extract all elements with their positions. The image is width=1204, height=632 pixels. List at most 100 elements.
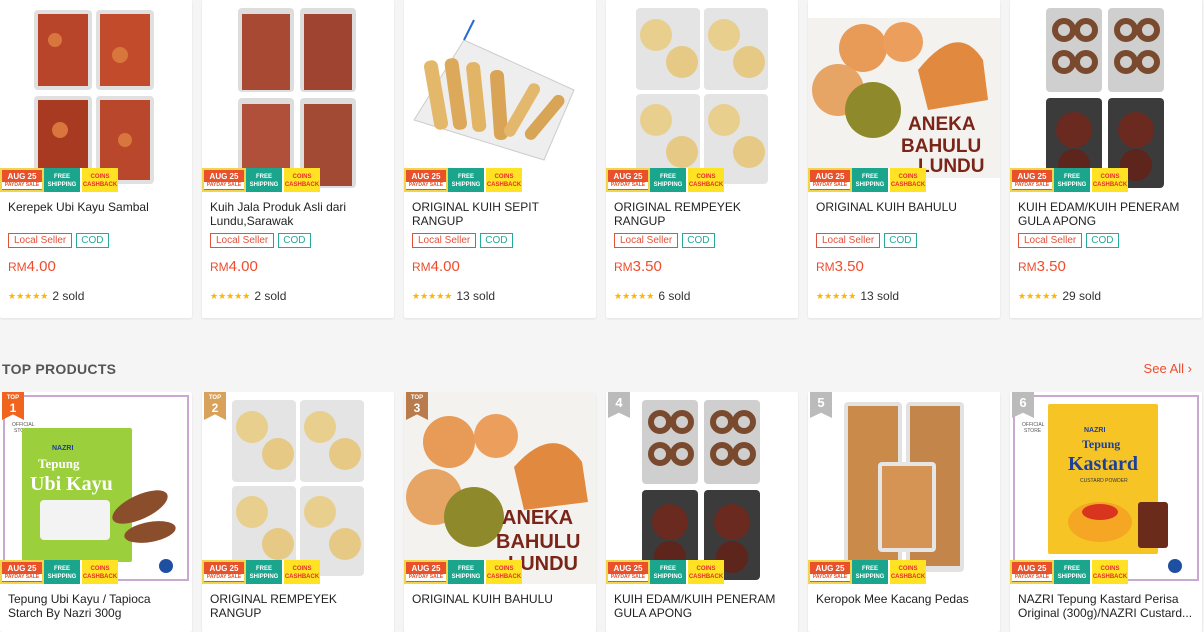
- coins-cashback-badge: COINS CASHBACK: [282, 168, 320, 192]
- promo-badges: AUG 25 PAYDAY SALE FREE SHIPPING COINS CA…: [1010, 560, 1128, 584]
- coins-cashback-badge: COINS CASHBACK: [1090, 560, 1128, 584]
- see-all-label: See All: [1143, 361, 1185, 376]
- product-title[interactable]: Kuih Jala Produk Asli dari Lundu,Sarawak: [202, 192, 394, 228]
- local-seller-tag: Local Seller: [210, 233, 275, 248]
- cod-tag: COD: [278, 233, 311, 248]
- cod-tag: COD: [682, 233, 715, 248]
- sold-count: 6 sold: [658, 289, 691, 303]
- free-shipping-badge: FREE SHIPPING: [1054, 560, 1090, 584]
- product-image[interactable]: AUG 25 PAYDAY SALE FREE SHIPPING COINS CA…: [202, 0, 394, 192]
- aug25-badge: AUG 25 PAYDAY SALE: [1010, 560, 1054, 584]
- free-shipping-badge: FREE SHIPPING: [44, 560, 80, 584]
- product-image[interactable]: OFFICIAL STORE NAZRI Tepung Ubi Kayu AUG…: [0, 392, 192, 584]
- aneka-text-1: ANEKA: [908, 114, 976, 135]
- rating-stars-icon: ★★★★★: [8, 290, 49, 301]
- promo-badges: AUG 25 PAYDAY SALE FREE SHIPPING COINS CA…: [202, 168, 320, 192]
- free-shipping-badge: FREE SHIPPING: [650, 560, 686, 584]
- promo-badges: AUG 25 PAYDAY SALE FREE SHIPPING COINS CA…: [404, 168, 522, 192]
- sold-count: 13 sold: [860, 289, 900, 303]
- coins-cashback-badge: COINS CASHBACK: [282, 560, 320, 584]
- product-image[interactable]: ANEKA BAHULU LUNDU AUG 25 PAYDAY SALE FRE…: [404, 392, 596, 584]
- top-product-card[interactable]: TOP1 OFFICIAL STORE NAZRI Tepung Ubi Kay…: [0, 392, 192, 632]
- coins-cashback-badge: COINS CASHBACK: [686, 168, 724, 192]
- product-image[interactable]: ANEKA BAHULU LUNDU AUG 25 PAYDAY SALE FRE…: [808, 0, 1000, 192]
- product-title[interactable]: KUIH EDAM/KUIH PENERAM GULA APONG: [1010, 192, 1202, 228]
- product-image[interactable]: OFFICIAL STORE NAZRI Tepung Kastard CUST…: [1010, 392, 1202, 584]
- top-product-card[interactable]: 5 AUG 25 PAYDAY SALE FREE SHIPPING COINS …: [808, 392, 1000, 632]
- product-row-recommended: AUG 25 PAYDAY SALE FREE SHIPPING COINS CA…: [0, 0, 1202, 318]
- coins-cashback-badge: COINS CASHBACK: [80, 168, 118, 192]
- product-row-top: TOP1 OFFICIAL STORE NAZRI Tepung Ubi Kay…: [0, 392, 1202, 632]
- product-title[interactable]: ORIGINAL REMPEYEK RANGUP: [606, 192, 798, 228]
- product-image[interactable]: AUG 25 PAYDAY SALE FREE SHIPPING COINS CA…: [606, 392, 798, 584]
- product-image[interactable]: AUG 25 PAYDAY SALE FREE SHIPPING COINS CA…: [202, 392, 394, 584]
- cod-tag: COD: [480, 233, 513, 248]
- promo-badges: AUG 25 PAYDAY SALE FREE SHIPPING COINS CA…: [202, 560, 320, 584]
- aug25-badge: AUG 25 PAYDAY SALE: [404, 560, 448, 584]
- local-seller-tag: Local Seller: [1018, 233, 1083, 248]
- top-product-card[interactable]: 4 AUG 25 PAYDAY SALE FREE SHIPPING COINS …: [606, 392, 798, 632]
- svg-text:Kastard: Kastard: [1068, 453, 1138, 475]
- product-card[interactable]: AUG 25 PAYDAY SALE FREE SHIPPING COINS CA…: [404, 0, 596, 318]
- product-image[interactable]: AUG 25 PAYDAY SALE FREE SHIPPING COINS CA…: [808, 392, 1000, 584]
- product-title[interactable]: ORIGINAL KUIH BAHULU: [404, 584, 596, 620]
- sold-count: 13 sold: [456, 289, 496, 303]
- promo-badges: AUG 25 PAYDAY SALE FREE SHIPPING COINS CA…: [404, 560, 522, 584]
- top-product-card[interactable]: 6 OFFICIAL STORE NAZRI Tepung Kastard CU…: [1010, 392, 1202, 632]
- coins-cashback-badge: COINS CASHBACK: [888, 168, 926, 192]
- product-title[interactable]: ORIGINAL KUIH BAHULU: [808, 192, 1000, 228]
- top-product-card[interactable]: TOP 3 ANEKA BAHULU LUNDU AUG 25 PAYDAY SAL…: [404, 392, 596, 632]
- aug25-badge: AUG 25 PAYDAY SALE: [606, 168, 650, 192]
- see-all-link[interactable]: See All ›: [1144, 361, 1192, 376]
- product-title[interactable]: ORIGINAL KUIH SEPIT RANGUP: [404, 192, 596, 228]
- coins-cashback-badge: COINS CASHBACK: [484, 168, 522, 192]
- aug25-badge: AUG 25 PAYDAY SALE: [808, 168, 852, 192]
- coins-cashback-badge: COINS CASHBACK: [888, 560, 926, 584]
- product-title[interactable]: ORIGINAL REMPEYEK RANGUP: [202, 584, 394, 620]
- promo-badges: AUG 25 PAYDAY SALE FREE SHIPPING COINS CA…: [0, 560, 118, 584]
- aug25-badge: AUG 25 PAYDAY SALE: [606, 560, 650, 584]
- product-card[interactable]: AUG 25 PAYDAY SALE FREE SHIPPING COINS CA…: [1010, 0, 1202, 318]
- svg-text:Tepung: Tepung: [38, 456, 80, 471]
- local-seller-tag: Local Seller: [816, 233, 881, 248]
- product-price: RM3.50: [816, 258, 864, 275]
- top-products-header: TOP PRODUCTS See All ›: [0, 360, 1204, 380]
- product-title[interactable]: Kerepek Ubi Kayu Sambal: [0, 192, 192, 228]
- product-price: RM3.50: [614, 258, 662, 275]
- promo-badges: AUG 25 PAYDAY SALE FREE SHIPPING COINS CA…: [606, 560, 724, 584]
- aneka-text-3: LUNDU: [918, 156, 985, 177]
- product-image[interactable]: AUG 25 PAYDAY SALE FREE SHIPPING COINS CA…: [1010, 0, 1202, 192]
- product-card[interactable]: AUG 25 PAYDAY SALE FREE SHIPPING COINS CA…: [606, 0, 798, 318]
- cod-tag: COD: [1086, 233, 1119, 248]
- aug25-badge: AUG 25 PAYDAY SALE: [808, 560, 852, 584]
- product-card[interactable]: AUG 25 PAYDAY SALE FREE SHIPPING COINS CA…: [202, 0, 394, 318]
- product-card[interactable]: ANEKA BAHULU LUNDU AUG 25 PAYDAY SALE FRE…: [808, 0, 1000, 318]
- promo-badges: AUG 25 PAYDAY SALE FREE SHIPPING COINS CA…: [1010, 168, 1128, 192]
- rating-stars-icon: ★★★★★: [1018, 290, 1059, 301]
- cod-tag: COD: [884, 233, 917, 248]
- coins-cashback-badge: COINS CASHBACK: [484, 560, 522, 584]
- product-title[interactable]: Keropok Mee Kacang Pedas: [808, 584, 1000, 620]
- section-title: TOP PRODUCTS: [2, 361, 117, 377]
- free-shipping-badge: FREE SHIPPING: [448, 560, 484, 584]
- sold-count: 2 sold: [254, 289, 287, 303]
- product-price: RM4.00: [412, 258, 460, 275]
- product-card[interactable]: AUG 25 PAYDAY SALE FREE SHIPPING COINS CA…: [0, 0, 192, 318]
- aug25-badge: AUG 25 PAYDAY SALE: [0, 168, 44, 192]
- rating-stars-icon: ★★★★★: [412, 290, 453, 301]
- svg-text:CUSTARD POWDER: CUSTARD POWDER: [1080, 478, 1128, 484]
- free-shipping-badge: FREE SHIPPING: [852, 560, 888, 584]
- free-shipping-badge: FREE SHIPPING: [1054, 168, 1090, 192]
- product-title[interactable]: KUIH EDAM/KUIH PENERAM GULA APONG: [606, 584, 798, 620]
- product-image[interactable]: AUG 25 PAYDAY SALE FREE SHIPPING COINS CA…: [0, 0, 192, 192]
- free-shipping-badge: FREE SHIPPING: [852, 168, 888, 192]
- aug25-badge: AUG 25 PAYDAY SALE: [202, 560, 246, 584]
- product-title[interactable]: Tepung Ubi Kayu / Tapioca Starch By Nazr…: [0, 584, 192, 620]
- aneka-text-1: ANEKA: [502, 507, 573, 529]
- product-title[interactable]: NAZRI Tepung Kastard Perisa Original (30…: [1010, 584, 1202, 620]
- top-product-card[interactable]: TOP 2 AUG 25 PAYDAY SALE FREE SHIPPING COI…: [202, 392, 394, 632]
- product-image[interactable]: AUG 25 PAYDAY SALE FREE SHIPPING COINS CA…: [606, 0, 798, 192]
- coins-cashback-badge: COINS CASHBACK: [1090, 168, 1128, 192]
- product-image[interactable]: AUG 25 PAYDAY SALE FREE SHIPPING COINS CA…: [404, 0, 596, 192]
- free-shipping-badge: FREE SHIPPING: [650, 168, 686, 192]
